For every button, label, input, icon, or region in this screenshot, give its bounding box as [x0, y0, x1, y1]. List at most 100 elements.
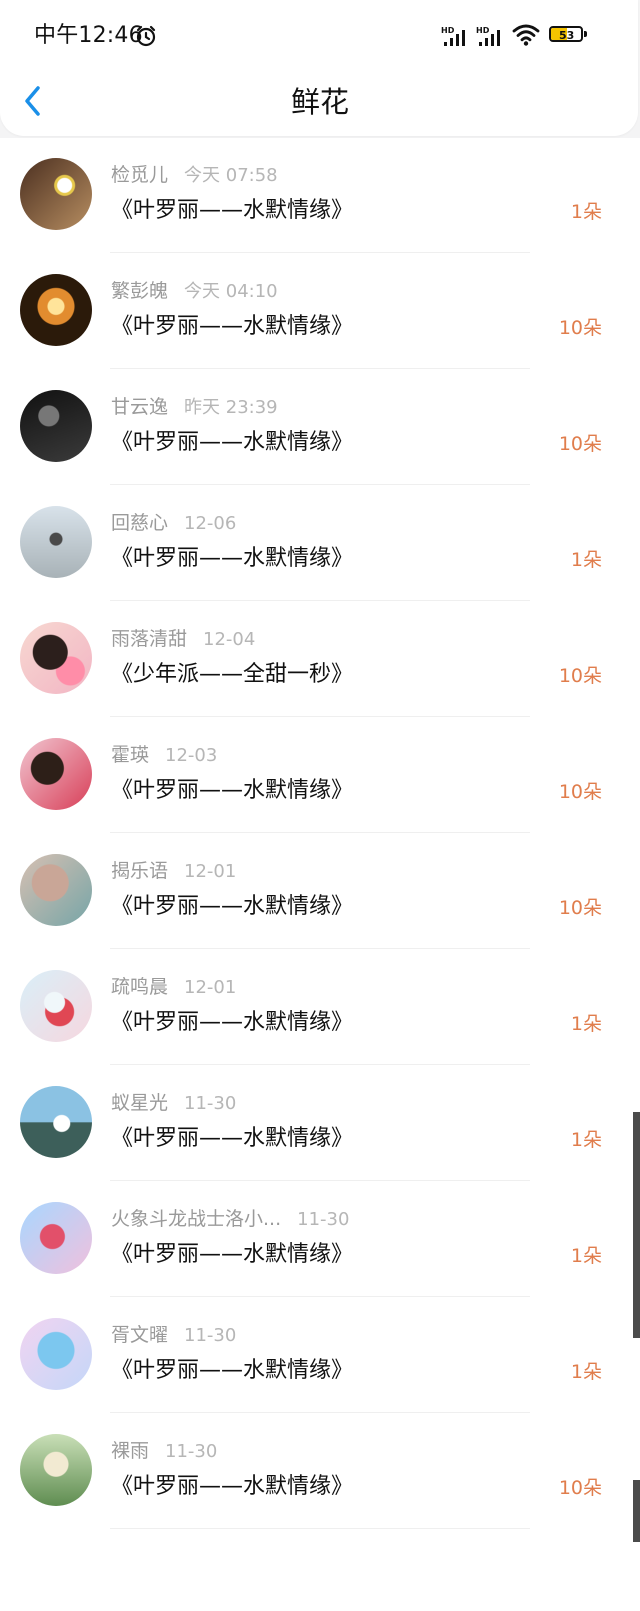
battery-level: 53 [559, 29, 575, 42]
flower-list-item[interactable]: 回慈心 12-06 《叶罗丽——水默情缘》 1朵 [0, 486, 640, 602]
row-divider [110, 484, 530, 485]
header-card: 中午12:46 HD HD 53 鲜花 [0, 0, 638, 136]
sent-time: 今天 07:58 [184, 165, 278, 186]
sent-time: 11-30 [297, 1209, 350, 1230]
signal-1-label: HD [441, 26, 455, 35]
sender-meta: 疏鸣晨 12-01 [111, 974, 236, 1001]
signal-2-label: HD [476, 26, 490, 35]
flower-count: 10朵 [558, 781, 602, 803]
flower-count: 10朵 [558, 665, 602, 687]
sender-meta: 蚁星光 11-30 [111, 1090, 236, 1117]
avatar[interactable] [20, 1318, 92, 1390]
row-divider [110, 948, 530, 949]
row-divider [110, 600, 530, 601]
wifi-icon [512, 24, 540, 46]
sent-time: 11-30 [184, 1093, 237, 1114]
work-title: 《叶罗丽——水默情缘》 [111, 894, 354, 919]
flower-list-item[interactable]: 检觅儿 今天 07:58 《叶罗丽——水默情缘》 1朵 [0, 138, 640, 254]
avatar[interactable] [20, 390, 92, 462]
sent-time: 12-01 [184, 861, 237, 882]
sender-meta: 回慈心 12-06 [111, 510, 236, 537]
sender-name: 疏鸣晨 [111, 976, 169, 998]
sender-name: 回慈心 [111, 512, 169, 534]
flower-list-item[interactable]: 霍瑛 12-03 《叶罗丽——水默情缘》 10朵 [0, 718, 640, 834]
avatar[interactable] [20, 1202, 92, 1274]
flower-list-item[interactable]: 甘云逸 昨天 23:39 《叶罗丽——水默情缘》 10朵 [0, 370, 640, 486]
work-title: 《叶罗丽——水默情缘》 [111, 546, 354, 571]
flower-list-item[interactable]: 蚁星光 11-30 《叶罗丽——水默情缘》 1朵 [0, 1066, 640, 1182]
work-title: 《叶罗丽——水默情缘》 [111, 1242, 354, 1267]
sender-name: 揭乐语 [111, 860, 169, 882]
work-title: 《叶罗丽——水默情缘》 [111, 430, 354, 455]
flower-count: 1朵 [570, 549, 602, 571]
sender-name: 裸雨 [111, 1440, 150, 1462]
avatar[interactable] [20, 738, 92, 810]
sender-meta: 火象斗龙战士洛小... 11-30 [111, 1206, 349, 1233]
sent-time: 12-03 [165, 745, 218, 766]
work-title: 《少年派——全甜一秒》 [111, 662, 354, 687]
sender-meta: 胥文曜 11-30 [111, 1322, 236, 1349]
avatar[interactable] [20, 1434, 92, 1506]
flower-list-item[interactable]: 揭乐语 12-01 《叶罗丽——水默情缘》 10朵 [0, 834, 640, 950]
battery-cap [584, 31, 587, 37]
flower-count: 1朵 [570, 1245, 602, 1267]
sender-meta: 揭乐语 12-01 [111, 858, 236, 885]
sender-name: 火象斗龙战士洛小... [111, 1208, 282, 1230]
avatar[interactable] [20, 622, 92, 694]
work-title: 《叶罗丽——水默情缘》 [111, 778, 354, 803]
sent-time: 今天 04:10 [184, 281, 278, 302]
sent-time: 12-01 [184, 977, 237, 998]
sender-name: 甘云逸 [111, 396, 169, 418]
avatar[interactable] [20, 274, 92, 346]
signal-1-icon: HD [441, 26, 465, 46]
signal-2-icon: HD [476, 26, 500, 46]
row-divider [110, 716, 530, 717]
sent-time: 12-06 [184, 513, 237, 534]
battery-indicator: 53 [549, 26, 591, 46]
work-title: 《叶罗丽——水默情缘》 [111, 198, 354, 223]
flower-count: 10朵 [558, 897, 602, 919]
flower-list-item[interactable]: 疏鸣晨 12-01 《叶罗丽——水默情缘》 1朵 [0, 950, 640, 1066]
sent-time: 11-30 [184, 1325, 237, 1346]
sent-time: 昨天 23:39 [184, 397, 278, 418]
avatar[interactable] [20, 158, 92, 230]
sender-meta: 霍瑛 12-03 [111, 742, 217, 769]
flower-list-item[interactable]: 繁彭魄 今天 04:10 《叶罗丽——水默情缘》 10朵 [0, 254, 640, 370]
flower-count: 1朵 [570, 201, 602, 223]
row-divider [110, 1064, 530, 1065]
avatar[interactable] [20, 1086, 92, 1158]
page-title: 鲜花 [290, 85, 349, 119]
flower-count: 1朵 [570, 1361, 602, 1383]
work-title: 《叶罗丽——水默情缘》 [111, 1126, 354, 1151]
row-divider [110, 1528, 530, 1529]
flower-list-item[interactable]: 雨落清甜 12-04 《少年派——全甜一秒》 10朵 [0, 602, 640, 718]
flower-list-item[interactable]: 火象斗龙战士洛小... 11-30 《叶罗丽——水默情缘》 1朵 [0, 1182, 640, 1298]
scrollbar-thumb[interactable] [633, 1112, 640, 1338]
flower-count: 1朵 [570, 1013, 602, 1035]
status-bar: 中午12:46 HD HD 53 [0, 0, 640, 72]
sender-name: 检觅儿 [111, 164, 169, 186]
alarm-clock-icon [136, 25, 156, 47]
row-divider [110, 832, 530, 833]
sender-name: 雨落清甜 [111, 628, 188, 650]
sender-meta: 甘云逸 昨天 23:39 [111, 394, 278, 421]
sender-meta: 雨落清甜 12-04 [111, 626, 255, 653]
sender-name: 胥文曜 [111, 1324, 169, 1346]
work-title: 《叶罗丽——水默情缘》 [111, 1474, 354, 1499]
avatar[interactable] [20, 970, 92, 1042]
avatar[interactable] [20, 854, 92, 926]
flower-count: 1朵 [570, 1129, 602, 1151]
sent-time: 11-30 [165, 1441, 218, 1462]
flower-list-item[interactable]: 裸雨 11-30 《叶罗丽——水默情缘》 10朵 [0, 1414, 640, 1530]
row-divider [110, 368, 530, 369]
sender-meta: 繁彭魄 今天 04:10 [111, 278, 278, 305]
work-title: 《叶罗丽——水默情缘》 [111, 1010, 354, 1035]
scrollbar-thumb-lower[interactable] [633, 1480, 640, 1542]
flower-list-item[interactable]: 胥文曜 11-30 《叶罗丽——水默情缘》 1朵 [0, 1298, 640, 1414]
sender-name: 繁彭魄 [111, 280, 169, 302]
row-divider [110, 1412, 530, 1413]
row-divider [110, 1296, 530, 1297]
row-divider [110, 1180, 530, 1181]
sent-time: 12-04 [203, 629, 256, 650]
avatar[interactable] [20, 506, 92, 578]
